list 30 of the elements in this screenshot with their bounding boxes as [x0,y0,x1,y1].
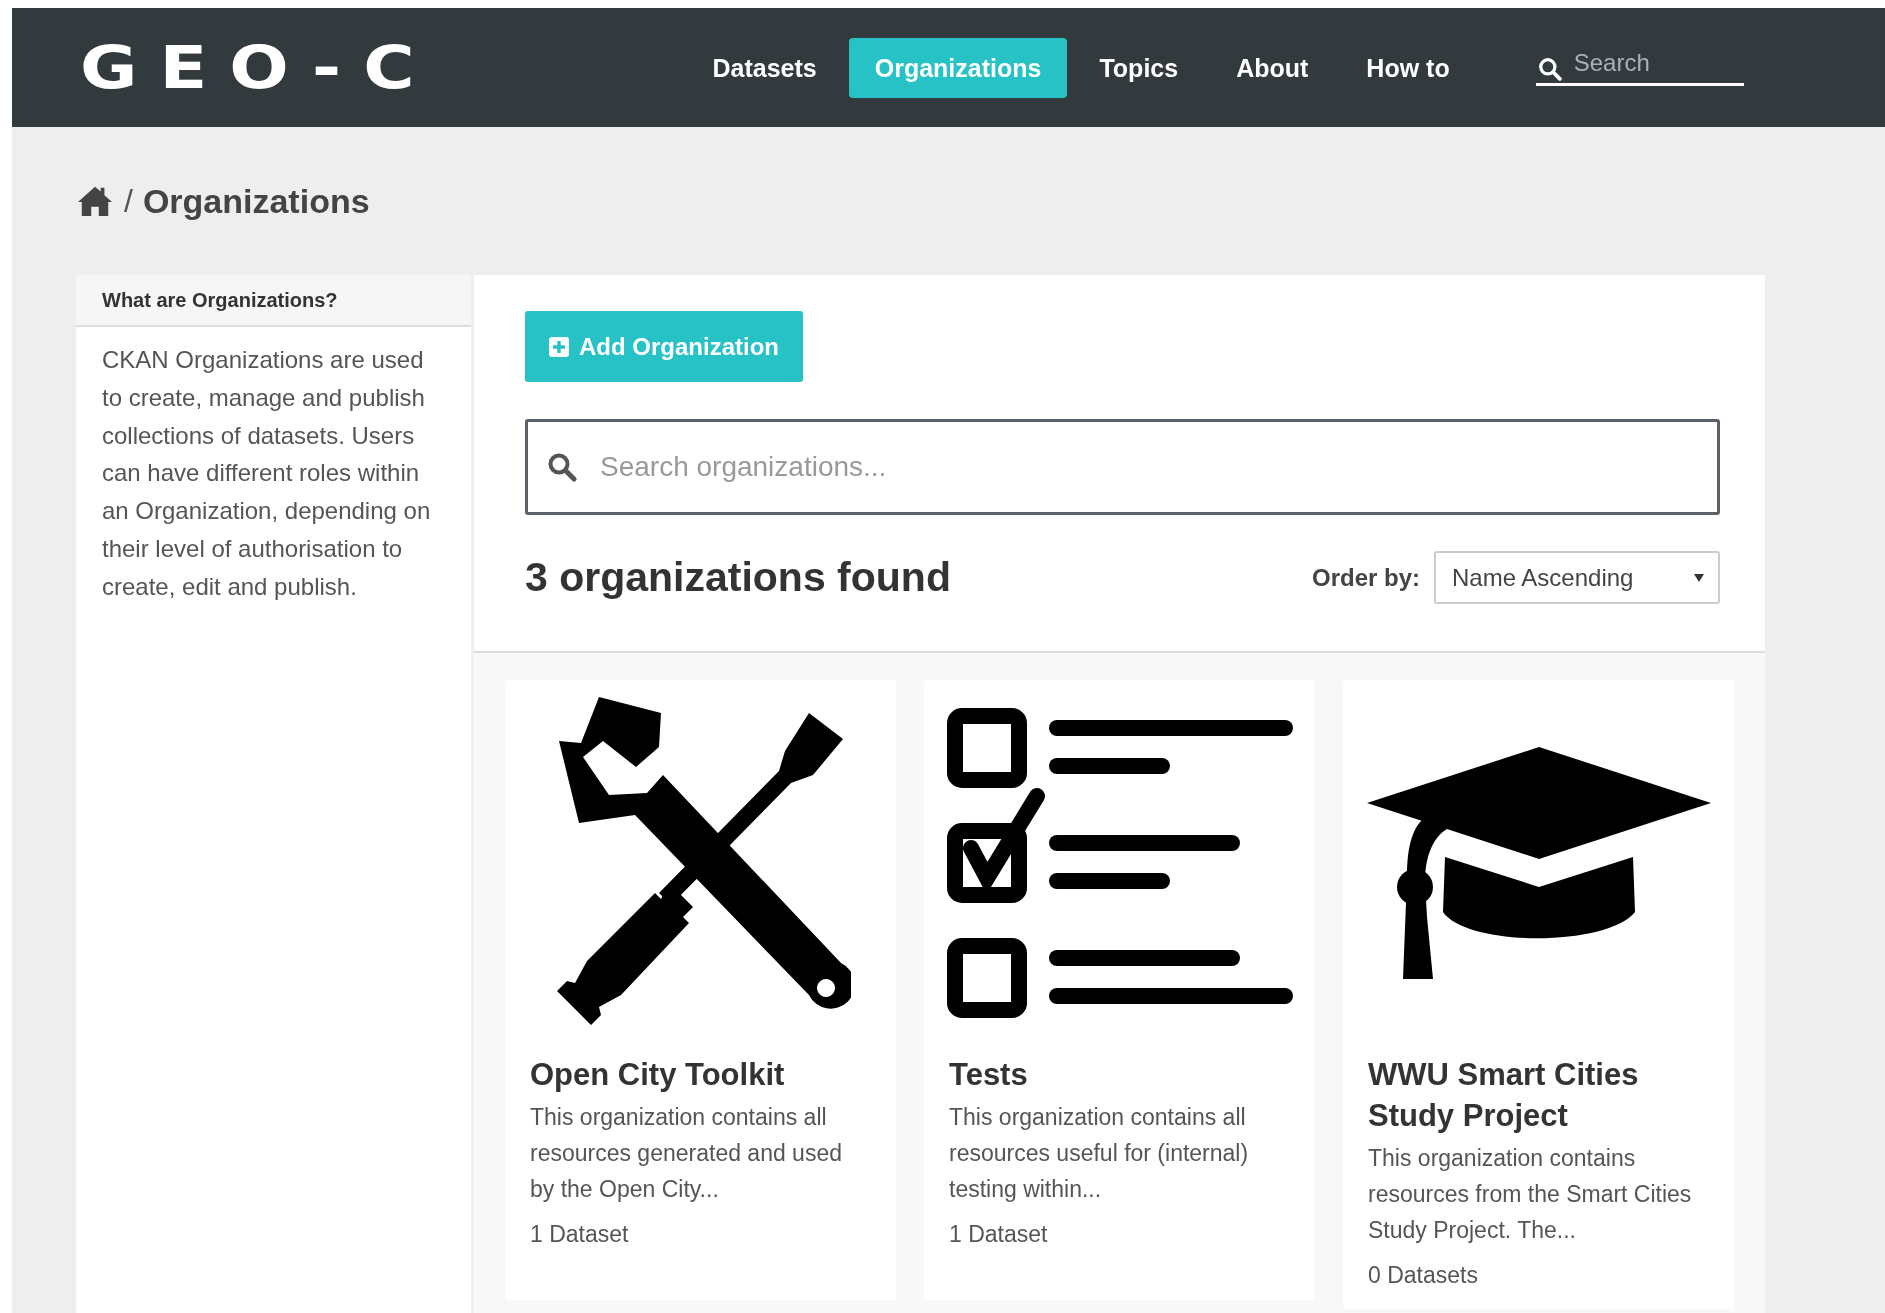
order-by-label: Order by: [1311,563,1420,592]
organization-description: This organization contains all resources generated and used by the Open City... [530,1103,843,1204]
search-icon [1537,57,1562,81]
site-logo[interactable]: GEO-C [80,37,437,98]
header-search-field[interactable]: Search [1535,49,1744,86]
results-count: 3 organizations found [525,554,952,601]
plus-square-icon [549,336,569,357]
dataset-count: 0 Datasets [1368,1262,1479,1289]
dropdown-caret-icon [1694,573,1704,582]
organization-description: This organization contains resources from the Smart Cities Study Project. The... [1368,1144,1693,1245]
order-by-dropdown[interactable]: Name Ascending [1434,551,1720,604]
search-icon [547,452,577,482]
sidebar-title: What are Organizations? [76,275,471,327]
breadcrumb-current: Organizations [142,181,370,221]
nav-link[interactable]: How to [1340,37,1476,98]
nav-link[interactable]: Datasets [686,37,843,98]
nav-link[interactable]: Topics [1073,37,1205,98]
nav-link[interactable]: About [1210,37,1335,98]
sidebar-text: CKAN Organizations are used to create, manage and publish collections of datasets. Users can have different roles within an Organization, depending on their level of authorisation to create, edit and publish. [101,345,432,602]
dataset-count: 1 Dataset [530,1221,630,1248]
organization-title[interactable]: Open City Toolkit [530,1054,871,1095]
organization-search-field[interactable]: Search organizations... [525,419,1720,515]
organization-card[interactable]: WWU Smart Cities Study Project This organization contains resources from the Smart Cities Study Project. The... 0 Datasets [1343,680,1734,1309]
organization-card[interactable]: Tests This organization contains all resources useful for (internal) testing within... 1 Dataset [924,680,1315,1300]
organization-title[interactable]: WWU Smart Cities Study Project [1368,1054,1709,1136]
breadcrumb-separator: / [124,182,133,220]
organization-title[interactable]: Tests [949,1054,1290,1095]
organization-description: This organization contains all resources useful for (internal) testing within... [949,1103,1250,1204]
dataset-count: 1 Dataset [949,1221,1049,1248]
organization-card[interactable]: Open City Toolkit This organization contains all resources generated and used by the Open City... 1 Dataset [505,680,896,1300]
